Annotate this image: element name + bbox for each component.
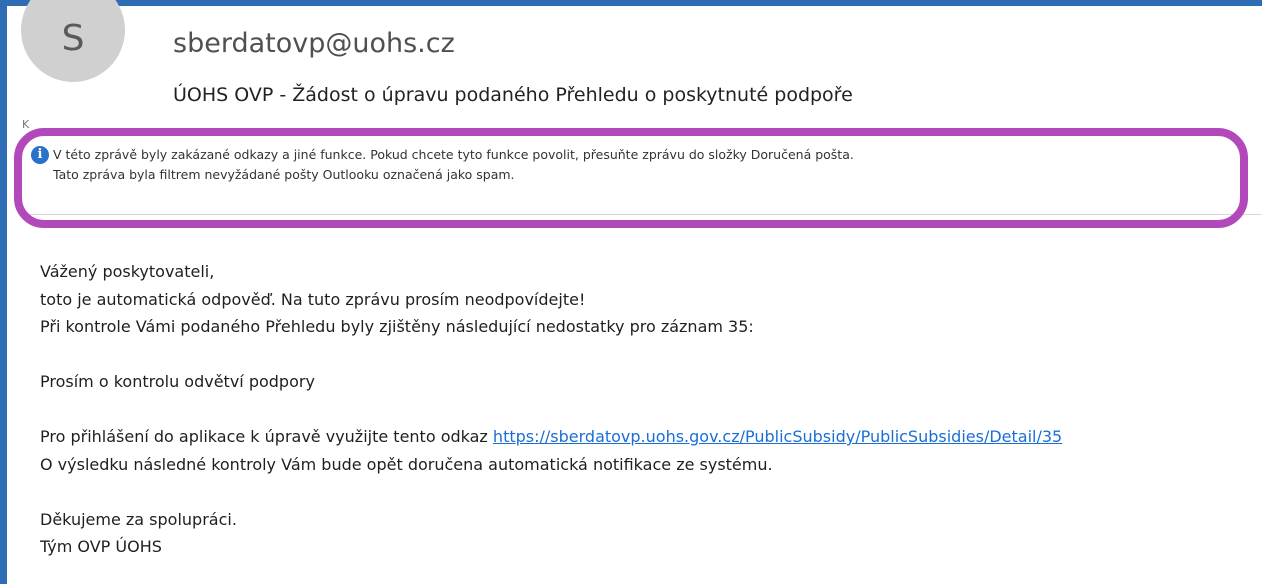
auto-reply-notice: toto je automatická odpověď. Na tuto zpr… <box>40 289 586 309</box>
avatar-initial: S <box>61 17 85 59</box>
notify-line: O výsledku následné kontroly Vám bude op… <box>40 454 773 474</box>
info-text-1: V této zprávě byly zakázané odkazy a jin… <box>53 147 854 162</box>
info-line-1: i V této zprávě byly zakázané odkazy a j… <box>22 145 1242 165</box>
email-body: Vážený poskytovateli, toto je automatick… <box>40 258 1062 561</box>
sender-avatar[interactable]: S <box>21 0 125 82</box>
check-result-line: Při kontrole Vámi podaného Přehledu byly… <box>40 317 754 336</box>
recipient-line: K <box>22 118 30 131</box>
thanks-line: Děkujeme za spolupráci. <box>40 509 237 529</box>
email-subject: ÚOHS OVP - Žádost o úpravu podaného Přeh… <box>173 84 853 106</box>
info-icon: i <box>31 146 49 164</box>
info-line-2: Tato zpráva byla filtrem nevyžádané pošt… <box>22 165 1242 185</box>
login-line: Pro přihlášení do aplikace k úpravě využ… <box>40 423 1062 451</box>
sender-address[interactable]: sberdatovp@uohs.cz <box>173 28 455 59</box>
info-divider <box>22 214 1262 215</box>
info-text-2: Tato zpráva byla filtrem nevyžádané pošt… <box>53 167 515 182</box>
window-frame-left <box>0 0 7 584</box>
signature: Tým OVP ÚOHS <box>40 537 162 556</box>
greeting: Vážený poskytovateli, <box>40 262 215 281</box>
request-line: Prosím o kontrolu odvětví podpory <box>40 372 315 391</box>
info-bar: i V této zprávě byly zakázané odkazy a j… <box>22 145 1242 185</box>
detail-link[interactable]: https://sberdatovp.uohs.gov.cz/PublicSub… <box>493 427 1062 446</box>
login-text: Pro přihlášení do aplikace k úpravě využ… <box>40 427 493 446</box>
window-frame-top <box>0 0 1262 6</box>
